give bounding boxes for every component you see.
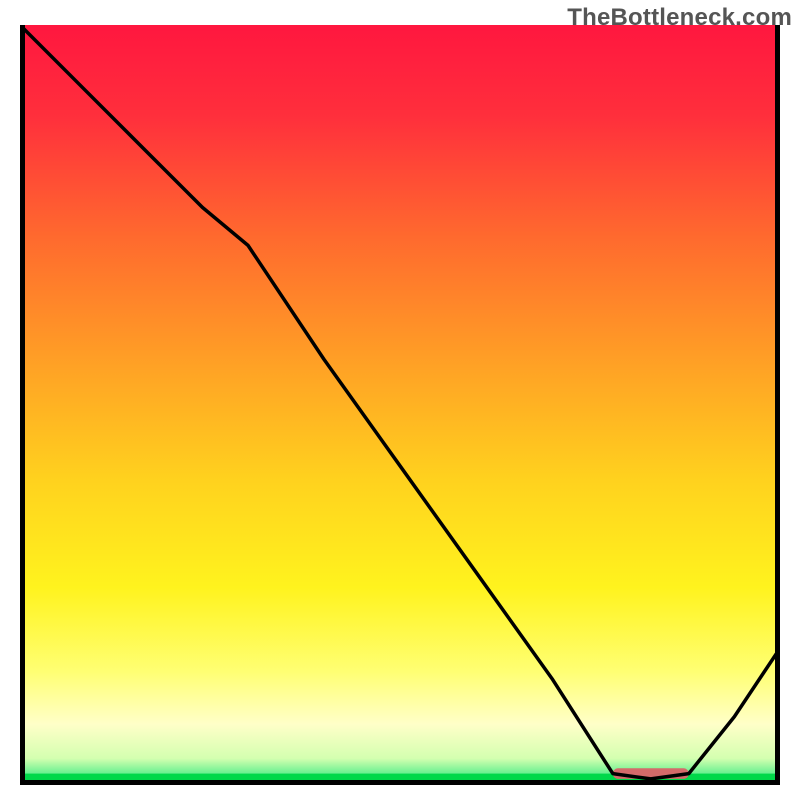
chart-svg <box>20 25 780 785</box>
watermark-text: TheBottleneck.com <box>567 4 792 32</box>
bottleneck-chart <box>20 25 780 785</box>
